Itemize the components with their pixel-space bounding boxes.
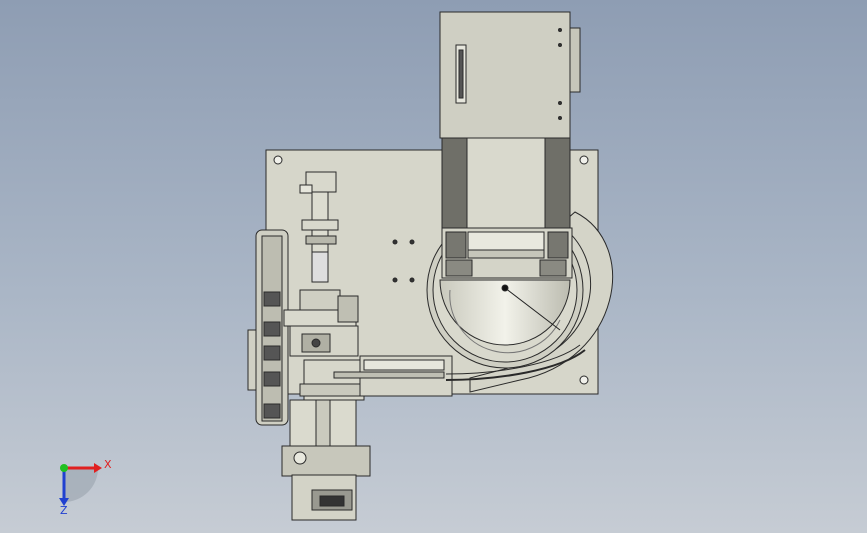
vertical-carriage [439, 11, 581, 279]
z-axis-label: Z [60, 504, 68, 517]
x-axis-label: X [104, 458, 112, 471]
y-axis-dot [60, 464, 68, 472]
cable-chain [247, 229, 289, 426]
orientation-triad[interactable]: X Z [59, 458, 112, 517]
cad-viewport[interactable]: X Z [0, 0, 867, 533]
x-axis-head [94, 463, 102, 473]
triad-shadow [64, 468, 98, 502]
